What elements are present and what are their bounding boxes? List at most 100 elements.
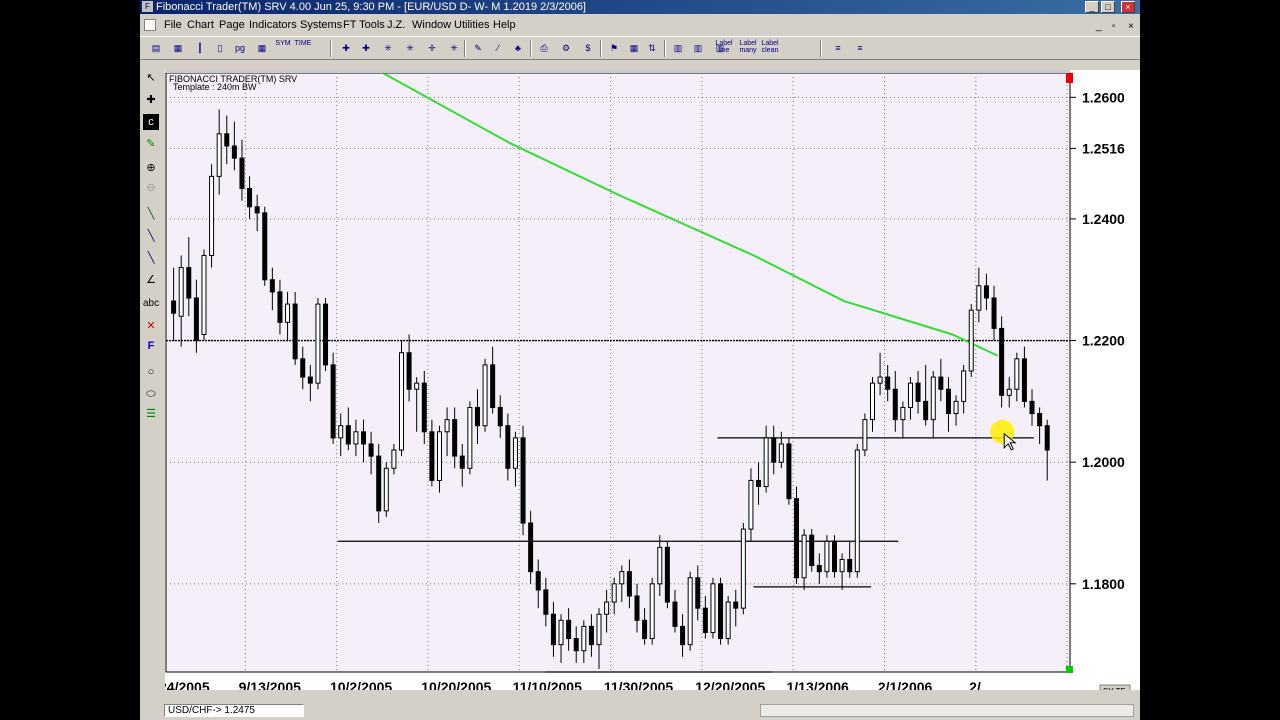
mdi-restore-button[interactable]: ▫ — [1112, 18, 1116, 36]
y-tick-label: 1.2600 — [1082, 89, 1125, 105]
wand-icon[interactable]: ⁄ — [490, 40, 506, 56]
mdi-close-button[interactable]: × — [1128, 18, 1134, 36]
lines-more-icon[interactable]: ≡ — [852, 40, 868, 56]
delete-icon[interactable]: ✕ — [143, 318, 159, 334]
scroll-start-marker — [1066, 73, 1073, 83]
candles-icon[interactable]: ▯ — [212, 40, 228, 56]
pg-icon[interactable]: pg — [232, 40, 248, 56]
arrows-icon[interactable]: ⇅ — [644, 40, 660, 56]
arrow-pointer-icon[interactable]: ↖ — [143, 70, 159, 86]
menu-jz[interactable]: J.Z. — [387, 16, 405, 34]
candle-body — [414, 382, 420, 390]
bars-icon[interactable]: ┃ — [192, 40, 208, 56]
pencil-icon[interactable]: ✎ — [470, 40, 486, 56]
crosshair-alt-icon[interactable]: ✛ — [424, 40, 440, 56]
candle-body — [550, 613, 556, 646]
indicator-icon[interactable]: ✚ — [358, 40, 374, 56]
label-clean-button[interactable]: Label clean — [760, 40, 780, 54]
trendline-icon[interactable]: ╲ — [143, 206, 159, 222]
price-chart[interactable]: FIBONACCI TRADER(TM) SRVTemplate : 240m … — [147, 70, 1140, 697]
circle-icon[interactable]: ○ — [143, 364, 159, 380]
settings-icon[interactable]: ⚙ — [558, 40, 574, 56]
page-icon[interactable]: ▦ — [170, 40, 186, 56]
candle-body — [832, 540, 838, 573]
angle-icon[interactable]: ∠ — [143, 272, 159, 288]
candle-body — [421, 382, 427, 433]
pencil-icon[interactable]: ✎ — [143, 136, 159, 152]
line-tool-icon[interactable]: ╲ — [143, 228, 159, 244]
candle-body — [680, 625, 686, 646]
candle-body — [209, 175, 215, 256]
toolbar-separator — [664, 40, 666, 57]
candle-body — [338, 425, 344, 439]
zoom-in-icon[interactable]: ⊕ — [143, 160, 159, 176]
menu-systems[interactable]: Systems — [300, 16, 342, 34]
maximize-button[interactable]: □ — [1101, 1, 1115, 13]
candle-body — [854, 449, 860, 573]
candle-body — [930, 376, 936, 421]
horizontal-scrollbar[interactable] — [760, 704, 1134, 717]
candle-body — [710, 583, 716, 633]
layout-icon[interactable]: ▥ — [670, 40, 686, 56]
ellipse-icon[interactable]: ⬭ — [143, 386, 159, 402]
candle-body — [330, 364, 336, 439]
candle-body — [664, 546, 670, 603]
candle-body — [626, 571, 632, 597]
time-button[interactable]: TIME — [293, 40, 313, 47]
candle-body — [801, 534, 807, 579]
menu-file[interactable]: File — [164, 16, 182, 34]
flag-icon[interactable]: ⚑ — [606, 40, 622, 56]
ray-icon[interactable]: ╲ — [143, 250, 159, 266]
dollar-icon[interactable]: $ — [580, 40, 596, 56]
close-button[interactable]: × — [1121, 1, 1135, 13]
menu-page[interactable]: Page — [219, 16, 245, 34]
menu-indicators[interactable]: Indicators — [249, 16, 297, 34]
menu-ft-tools[interactable]: FT Tools — [343, 16, 385, 34]
menu-utilities[interactable]: Utilities — [454, 16, 489, 34]
candle-body — [786, 443, 792, 500]
candle-body — [657, 546, 663, 585]
y-tick-label: 1.2200 — [1082, 333, 1125, 349]
candle-body — [702, 607, 708, 633]
title-bar: F Fibonacci Trader(TM) SRV 4.00 Jun 25, … — [140, 0, 1140, 14]
cursor-icon[interactable]: ✳ — [402, 40, 418, 56]
star-icon[interactable]: ✳ — [446, 40, 462, 56]
new-chart-icon[interactable]: ▤ — [148, 40, 164, 56]
tree-icon[interactable]: ♣ — [510, 40, 526, 56]
candle-body — [649, 583, 655, 640]
fib-tool-button[interactable]: F — [143, 338, 159, 354]
menu-help[interactable]: Help — [493, 16, 516, 34]
minimize-button[interactable]: _ — [1085, 1, 1099, 13]
candle-body — [467, 406, 473, 469]
mdi-minimize-button[interactable]: _ — [1096, 18, 1102, 36]
app-icon: F — [142, 1, 153, 12]
x-tick-label: 10/20/2005 — [421, 679, 491, 690]
x-tick-label: 9/13/2005 — [239, 679, 301, 690]
text-tool-button[interactable]: abc — [143, 296, 159, 312]
c-tool-icon[interactable]: c — [143, 114, 159, 130]
crosshair-icon[interactable]: ✚ — [143, 92, 159, 108]
grid-icon[interactable]: ▦ — [254, 40, 270, 56]
menu-chart[interactable]: Chart — [187, 16, 214, 34]
menu-window[interactable]: Window — [412, 16, 451, 34]
zoom-out-icon[interactable]: ⊖ — [143, 180, 159, 196]
sym-button[interactable]: SYM — [273, 40, 293, 47]
candle-body — [497, 406, 503, 427]
channel-icon[interactable]: ☰ — [143, 406, 159, 422]
table-icon[interactable]: ▦ — [626, 40, 642, 56]
candle-body — [315, 303, 321, 384]
candle-body — [839, 558, 845, 573]
label-line-button[interactable]: Label line — [714, 40, 734, 54]
candle-body — [1014, 358, 1020, 390]
print-icon[interactable]: ⎙ — [536, 40, 552, 56]
candle-body — [178, 267, 184, 317]
crosshair-icon[interactable]: ✳ — [380, 40, 396, 56]
layout-alt-icon[interactable]: ▥ — [690, 40, 706, 56]
candle-body — [520, 437, 526, 524]
candle-body — [231, 145, 237, 159]
add-indicator-icon[interactable]: ✚ — [338, 40, 354, 56]
lines-icon[interactable]: ≡ — [830, 40, 846, 56]
candle-body — [733, 601, 739, 609]
candle-body — [368, 443, 374, 457]
label-many-button[interactable]: Label many — [738, 40, 758, 54]
